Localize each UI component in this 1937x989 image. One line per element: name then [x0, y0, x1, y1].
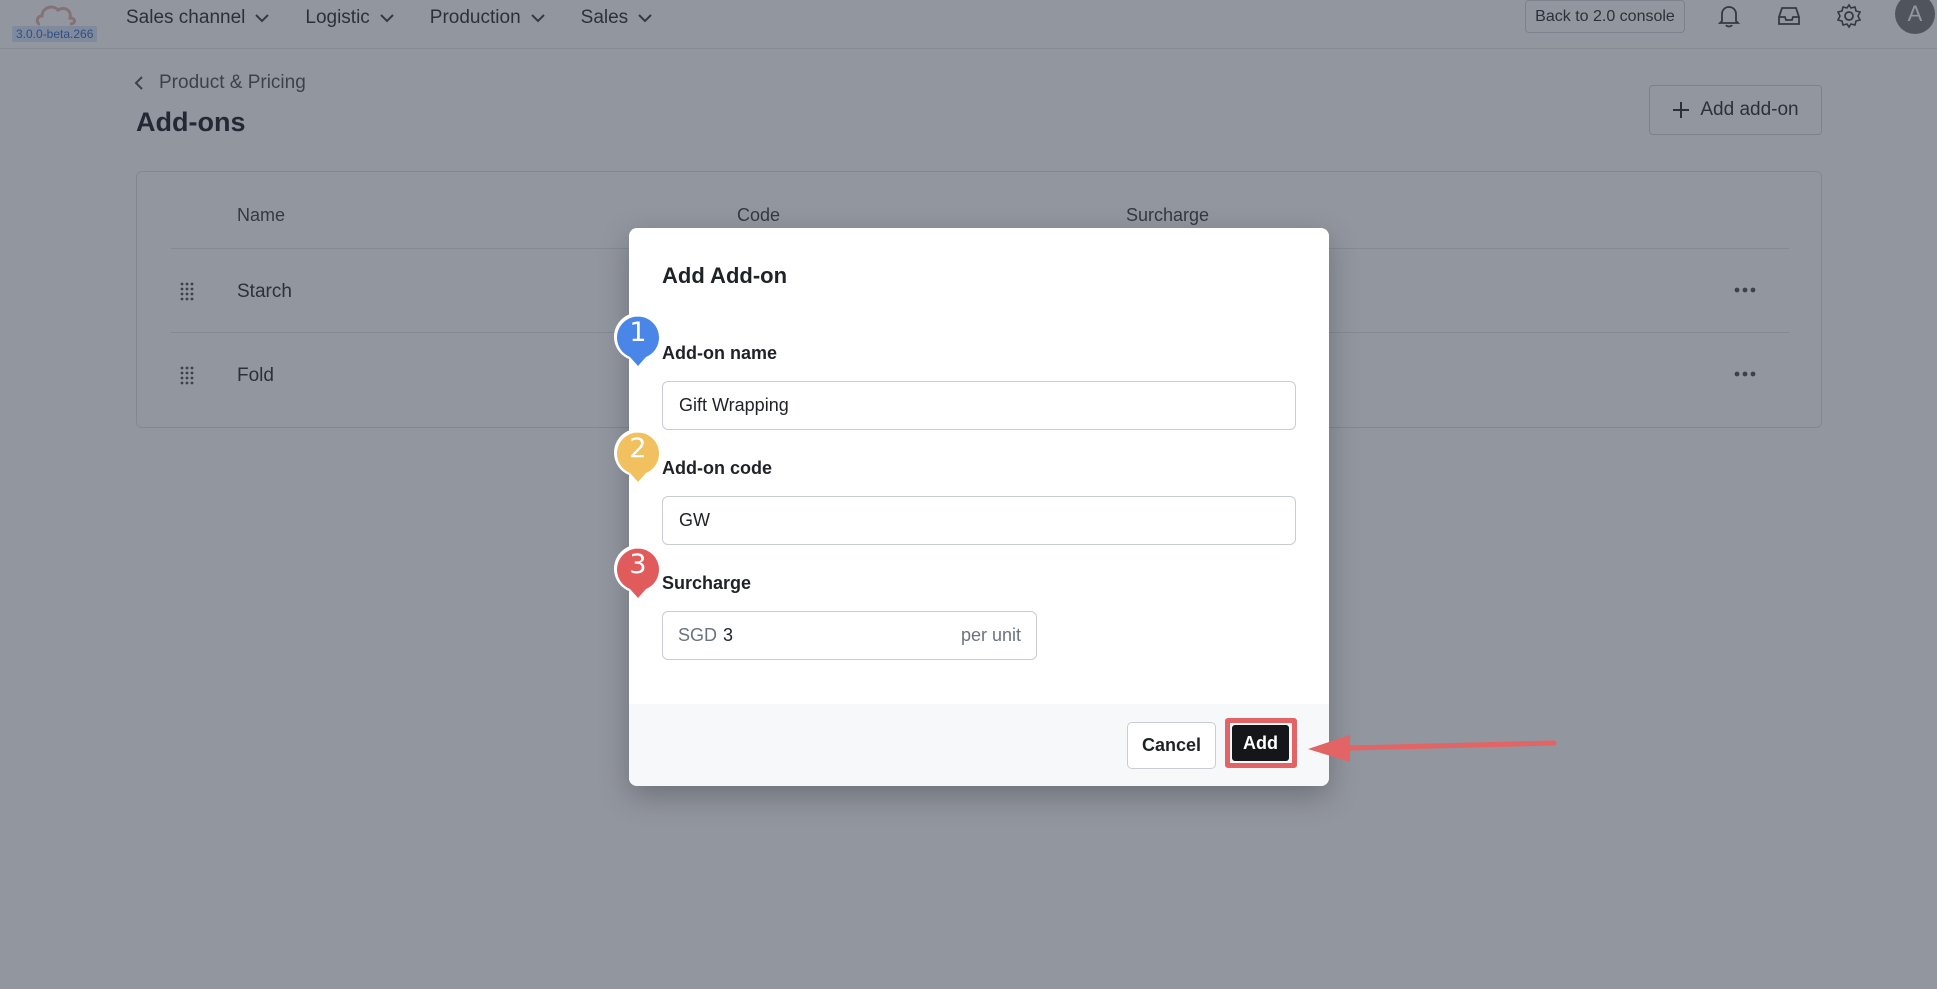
unit-suffix: per unit [960, 625, 1021, 645]
addon-code-input[interactable] [662, 496, 1296, 545]
addon-name-label: Add-on name [662, 343, 777, 363]
step-number: 1 [629, 317, 647, 348]
surcharge-input[interactable]: SGD 3 per unit [662, 611, 1037, 660]
surcharge-label: Surcharge [662, 573, 752, 593]
dialog-footer: Cancel Add [629, 704, 1329, 786]
currency-prefix: SGD [678, 625, 718, 645]
add-addon-dialog: Add Add-on Add-on name Add-on code Surch… [629, 228, 1329, 786]
dialog-title: Add Add-on [662, 263, 788, 288]
step-marker-3: 3 [612, 544, 664, 606]
pointer-arrow-icon [1308, 735, 1557, 762]
surcharge-value[interactable]: 3 [723, 625, 961, 646]
add-button[interactable]: Add [1232, 725, 1289, 761]
addon-name-input[interactable] [662, 381, 1296, 430]
step-number: 2 [629, 433, 647, 464]
step-marker-2: 2 [612, 428, 664, 490]
step-marker-1: 1 [612, 312, 664, 374]
addon-code-label: Add-on code [662, 458, 772, 478]
step-number: 3 [629, 549, 647, 580]
cancel-button[interactable]: Cancel [1127, 722, 1216, 769]
